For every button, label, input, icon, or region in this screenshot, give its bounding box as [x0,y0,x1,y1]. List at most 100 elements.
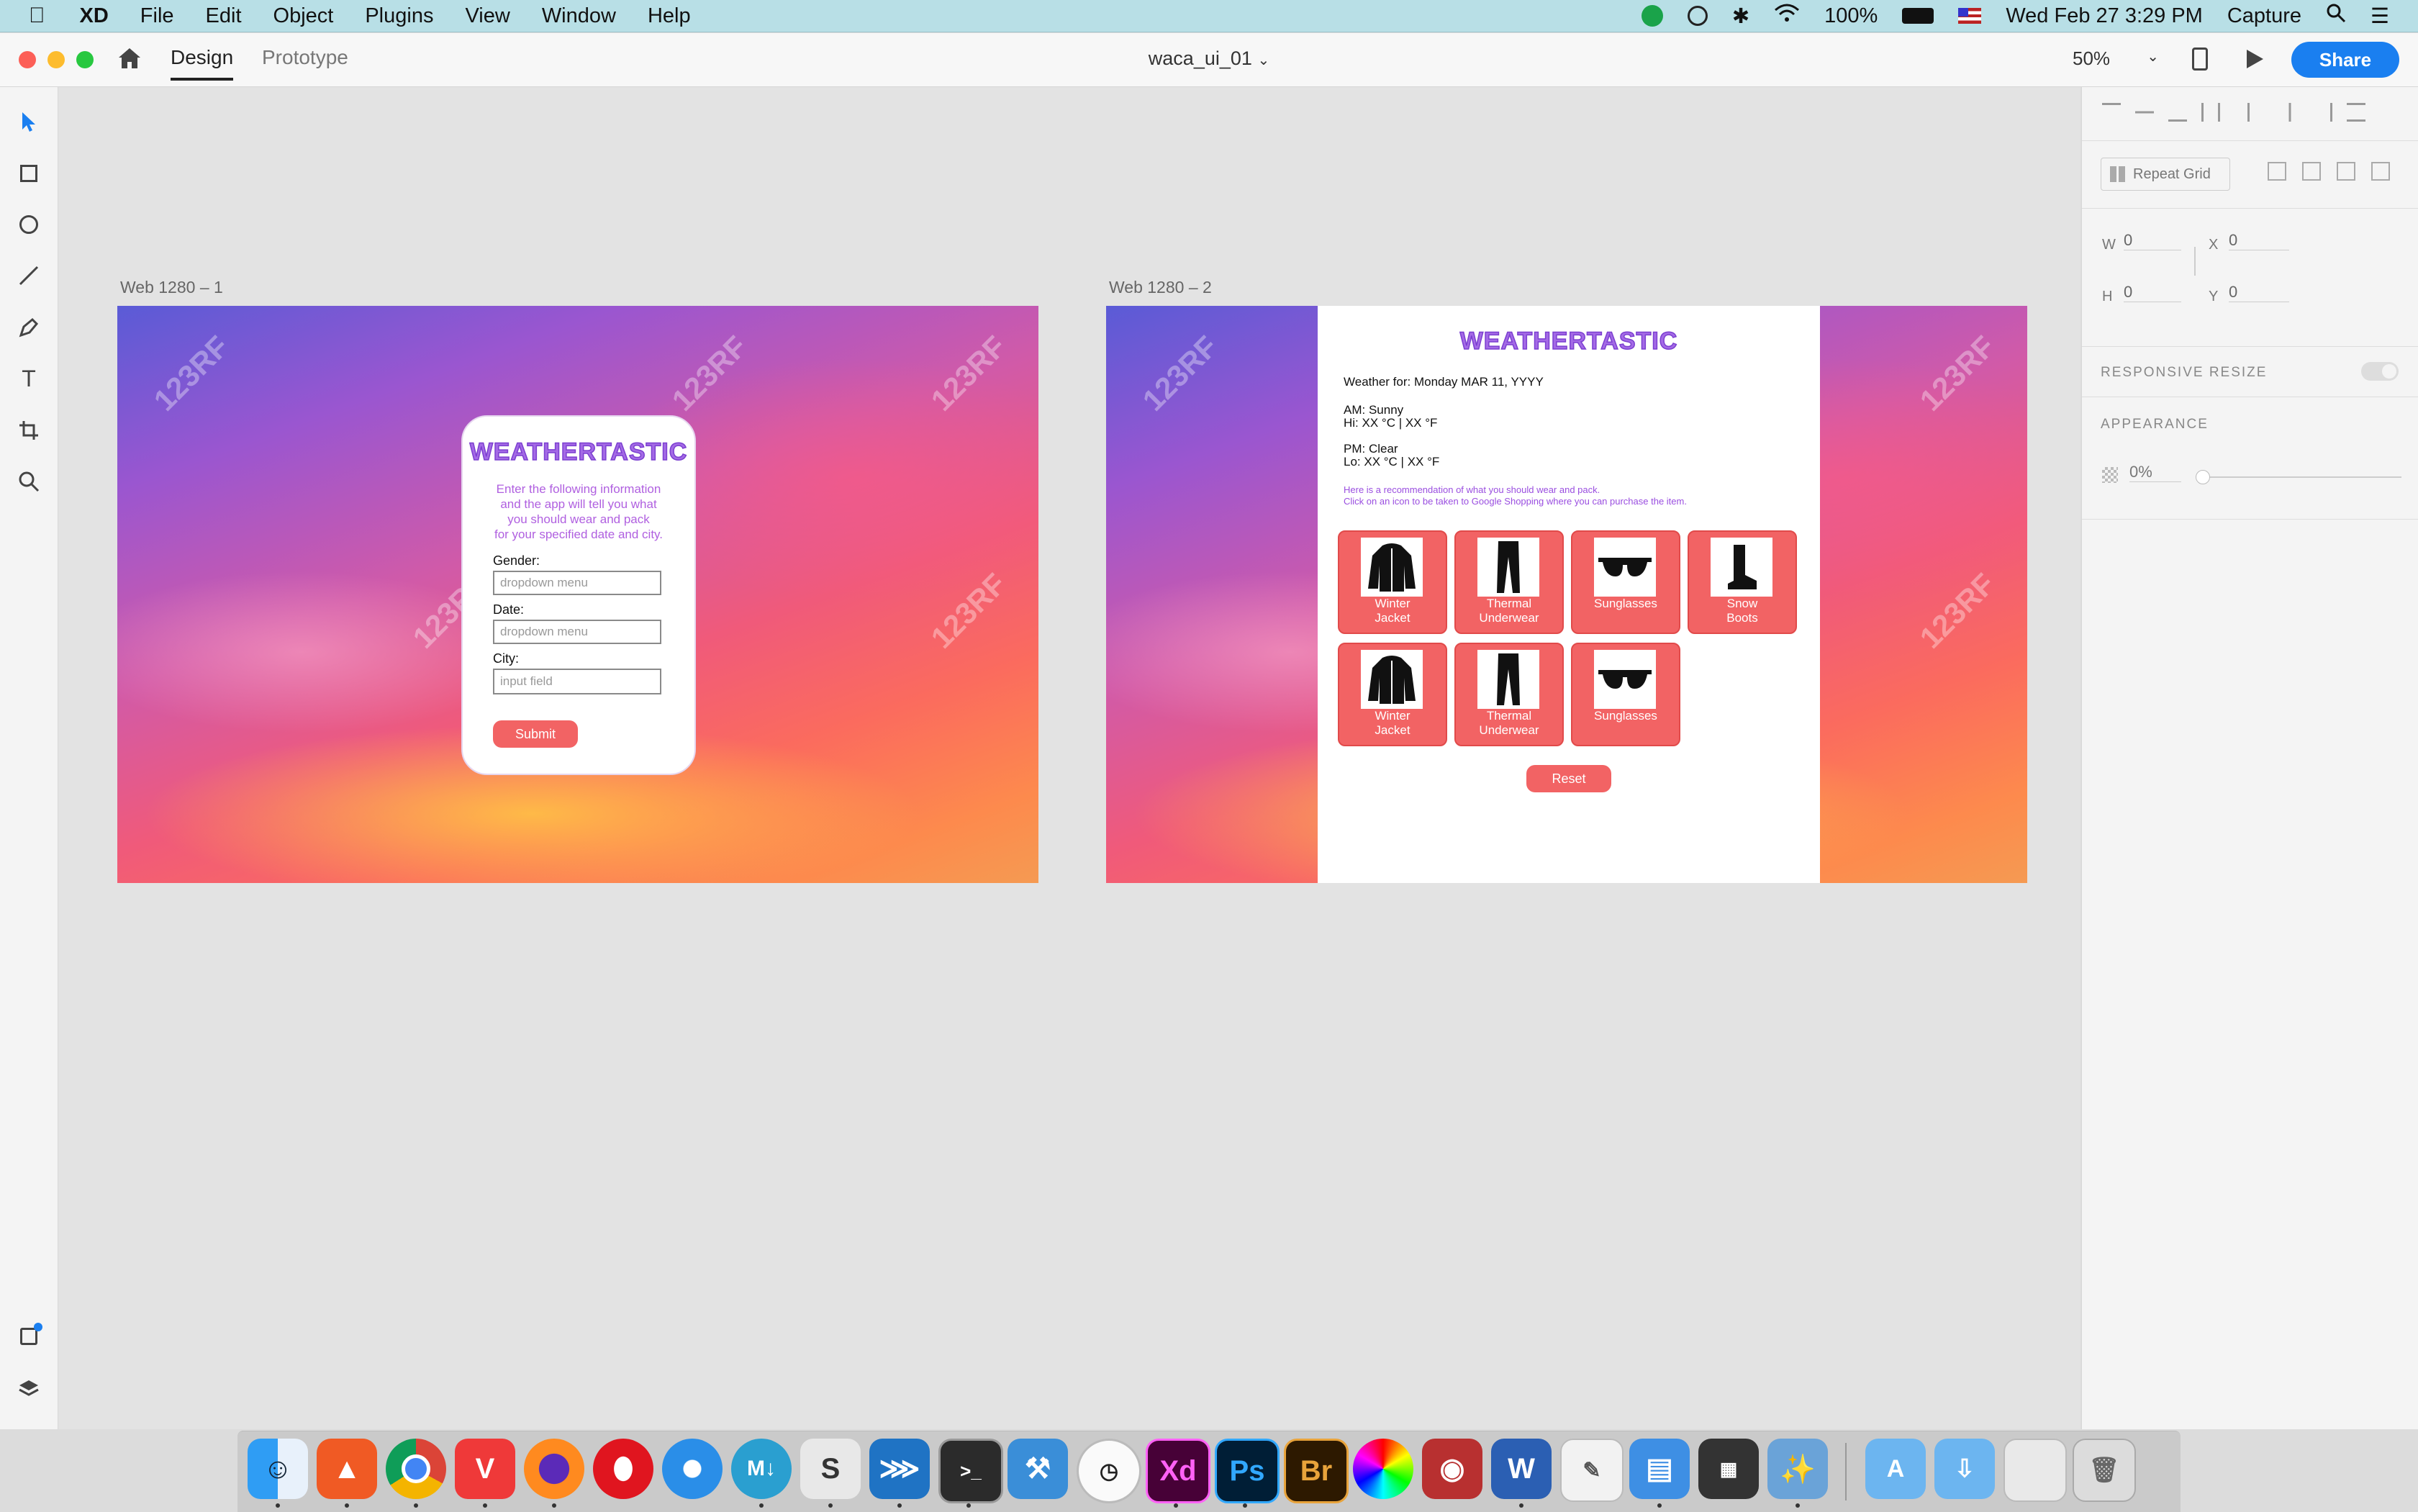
menu-file[interactable]: File [140,4,174,28]
brave-icon[interactable]: ▲ [317,1439,377,1499]
item-tile-winter-jacket[interactable]: Winter Jacket [1338,530,1447,634]
menu-help[interactable]: Help [648,4,691,28]
select-tool-icon[interactable] [16,109,42,135]
item-tile-winter-jacket[interactable]: Winter Jacket [1338,643,1447,746]
line-tool-icon[interactable] [16,263,42,289]
firefox-icon[interactable] [524,1439,584,1499]
align-middle-icon[interactable] [2135,103,2154,122]
spotlight-icon[interactable] [2326,3,2346,29]
city-input[interactable]: input field [493,669,661,694]
artboard-2-label[interactable]: Web 1280 – 2 [1109,278,1212,297]
document-title-text[interactable]: waca_ui_01 [1149,47,1252,69]
xcode-icon[interactable]: ⚒ [1008,1439,1068,1499]
macdown-icon[interactable]: M↓ [731,1439,792,1499]
vivaldi-icon[interactable]: V [455,1439,515,1499]
item-tile-thermal-underwear[interactable]: Thermal Underwear [1454,643,1564,746]
keynote-icon[interactable]: ▤ [1629,1439,1690,1499]
lock-aspect-icon[interactable] [2190,247,2196,276]
align-bottom-icon[interactable] [2168,103,2187,122]
play-icon[interactable] [2244,47,2265,74]
assets-panel-icon[interactable] [16,1323,42,1349]
bridge-icon[interactable]: Br [1284,1439,1349,1503]
apple-icon[interactable]:  [29,4,45,28]
distribute-vertical-icon[interactable] [2201,103,2220,122]
item-tile-snow-boots[interactable]: Snow Boots [1688,530,1797,634]
capture-menu[interactable]: Capture [2227,4,2301,28]
text-tool-icon[interactable]: T [16,366,42,391]
pen-tool-icon[interactable] [16,314,42,340]
close-window-button[interactable] [19,51,36,68]
tab-design[interactable]: Design [171,46,234,81]
photo-booth-icon[interactable]: ◉ [1422,1439,1482,1499]
finder-icon[interactable]: ☺ [248,1439,308,1499]
trash-icon[interactable]: 🗑 [2073,1439,2136,1502]
menu-window[interactable]: Window [542,4,616,28]
intersect-boolean-icon[interactable] [2337,162,2355,181]
wifi-icon[interactable] [1774,3,1800,29]
tab-prototype[interactable]: Prototype [262,46,348,69]
grammarly-icon[interactable] [1641,5,1663,27]
applications-folder-icon[interactable]: A [1865,1439,1926,1499]
share-button[interactable]: Share [2291,42,2399,78]
chevron-down-icon[interactable]: ⌄ [1257,53,1269,68]
layers-panel-icon[interactable] [16,1375,42,1401]
minimize-window-button[interactable] [47,51,65,68]
ellipse-tool-icon[interactable] [16,212,42,237]
item-tile-sunglasses[interactable]: Sunglasses [1571,643,1680,746]
subtract-boolean-icon[interactable] [2302,162,2321,181]
rectangle-tool-icon[interactable] [16,160,42,186]
bluetooth-icon[interactable]: ✱ [1732,4,1749,29]
menu-plugins[interactable]: Plugins [365,4,433,28]
opacity-field[interactable]: 0% [2129,463,2181,482]
distribute-horizontal-icon[interactable] [2347,103,2365,122]
align-right-icon[interactable] [2314,103,2332,122]
notification-center-icon[interactable]: ☰ [2371,4,2389,29]
exclude-boolean-icon[interactable] [2371,162,2390,181]
add-boolean-icon[interactable] [2268,162,2286,181]
align-left-icon[interactable] [2247,103,2266,122]
gender-dropdown[interactable]: dropdown menu [493,571,661,595]
calendar-icon[interactable]: ▦ [1698,1439,1759,1499]
safari-icon[interactable] [662,1439,723,1499]
repeat-grid-button[interactable]: Repeat Grid [2101,158,2230,191]
home-icon[interactable] [117,46,142,74]
datetime[interactable]: Wed Feb 27 3:29 PM [2006,4,2203,28]
zoom-tool-icon[interactable] [16,468,42,494]
menu-edit[interactable]: Edit [206,4,242,28]
artboard-tool-icon[interactable] [16,417,42,443]
vscode-icon[interactable]: ⋙ [869,1439,930,1499]
battery-icon[interactable] [1902,8,1934,24]
reset-button[interactable]: Reset [1526,765,1611,792]
artboard-1-label[interactable]: Web 1280 – 1 [120,278,223,297]
adobe-xd-icon[interactable]: Xd [1146,1439,1210,1503]
preview-icon[interactable]: ✨ [1767,1439,1828,1499]
align-top-icon[interactable] [2102,103,2121,122]
chrome-icon[interactable] [386,1439,446,1499]
x-field[interactable]: 0 [2229,231,2289,250]
maximize-window-button[interactable] [76,51,94,68]
opacity-slider-handle[interactable] [2196,470,2210,484]
menu-view[interactable]: View [465,4,510,28]
width-field[interactable]: 0 [2124,231,2181,250]
item-tile-sunglasses[interactable]: Sunglasses [1571,530,1680,634]
responsive-resize-toggle[interactable] [2361,362,2399,381]
align-center-icon[interactable] [2281,103,2299,122]
sublime-text-icon[interactable]: S [800,1439,861,1499]
downloads-folder-icon[interactable]: ⇩ [1934,1439,1995,1499]
device-preview-icon[interactable] [2192,47,2208,71]
opacity-slider-track[interactable] [2197,476,2401,478]
color-picker-icon[interactable] [1353,1439,1413,1499]
date-dropdown[interactable]: dropdown menu [493,620,661,644]
word-icon[interactable]: W [1491,1439,1552,1499]
artboard-2[interactable]: 123RF 123RF 123RF WEATHERTASTIC Weather … [1106,306,2027,883]
clock-icon[interactable]: ◷ [1077,1439,1141,1503]
menu-app-name[interactable]: XD [80,4,109,28]
y-field[interactable]: 0 [2229,283,2289,302]
terminal-icon[interactable]: >_ [938,1439,1003,1503]
artboard-1[interactable]: 123RF 123RF 123RF 123RF 123RF WEATHERTAS… [117,306,1038,883]
item-tile-thermal-underwear[interactable]: Thermal Underwear [1454,530,1564,634]
screenshots-stack-icon[interactable] [2003,1439,2067,1502]
height-field[interactable]: 0 [2124,283,2181,302]
textedit-icon[interactable]: ✎ [1560,1439,1624,1502]
zoom-dropdown[interactable]: 50% ⌄ [2073,47,2159,70]
